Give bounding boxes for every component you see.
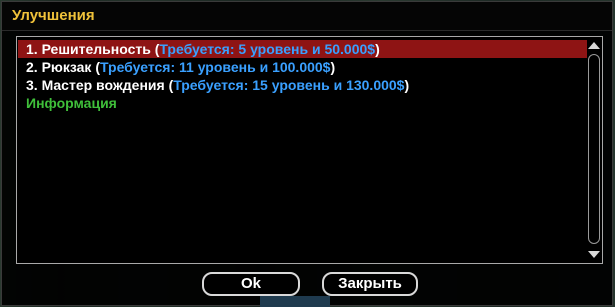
upgrade-requirement: Требуется: 5 уровень и 50.000$	[159, 41, 376, 57]
dialog-titlebar[interactable]: Улучшения	[2, 2, 612, 31]
list-item-upgrade-1[interactable]: 1. Решительность (Требуется: 5 уровень и…	[18, 40, 587, 58]
close-button[interactable]: Закрыть	[322, 272, 418, 296]
ok-button[interactable]: Ok	[202, 272, 300, 296]
upgrade-name: 2. Рюкзак (	[26, 59, 100, 75]
background-decoration	[260, 296, 330, 307]
upgrades-list-items: 1. Решительность (Требуется: 5 уровень и…	[18, 40, 587, 112]
scroll-thumb[interactable]	[588, 54, 600, 244]
list-item-upgrade-2[interactable]: 2. Рюкзак (Требуется: 11 уровень и 100.0…	[18, 58, 587, 76]
upgrades-dialog: Улучшения 1. Решительность (Требуется: 5…	[1, 1, 613, 306]
upgrade-requirement: Требуется: 11 уровень и 100.000$	[100, 59, 331, 75]
upgrade-requirement: Требуется: 15 уровень и 130.000$	[173, 77, 405, 93]
scroll-down-icon[interactable]	[588, 251, 600, 258]
list-item-upgrade-3[interactable]: 3. Мастер вождения (Требуется: 15 уровен…	[18, 76, 587, 94]
upgrade-suffix: )	[404, 77, 410, 93]
upgrade-suffix: )	[375, 41, 380, 57]
upgrade-name: 1. Решительность (	[26, 41, 160, 57]
scroll-track[interactable]	[587, 52, 601, 248]
list-scrollbar[interactable]	[587, 38, 601, 262]
upgrade-name: 3. Мастер вождения (	[26, 77, 174, 93]
list-item-info[interactable]: Информация	[18, 94, 587, 112]
upgrade-suffix: )	[330, 59, 336, 75]
dialog-title: Улучшения	[12, 7, 95, 24]
upgrades-list: 1. Решительность (Требуется: 5 уровень и…	[16, 36, 603, 264]
scroll-up-icon[interactable]	[588, 42, 600, 49]
